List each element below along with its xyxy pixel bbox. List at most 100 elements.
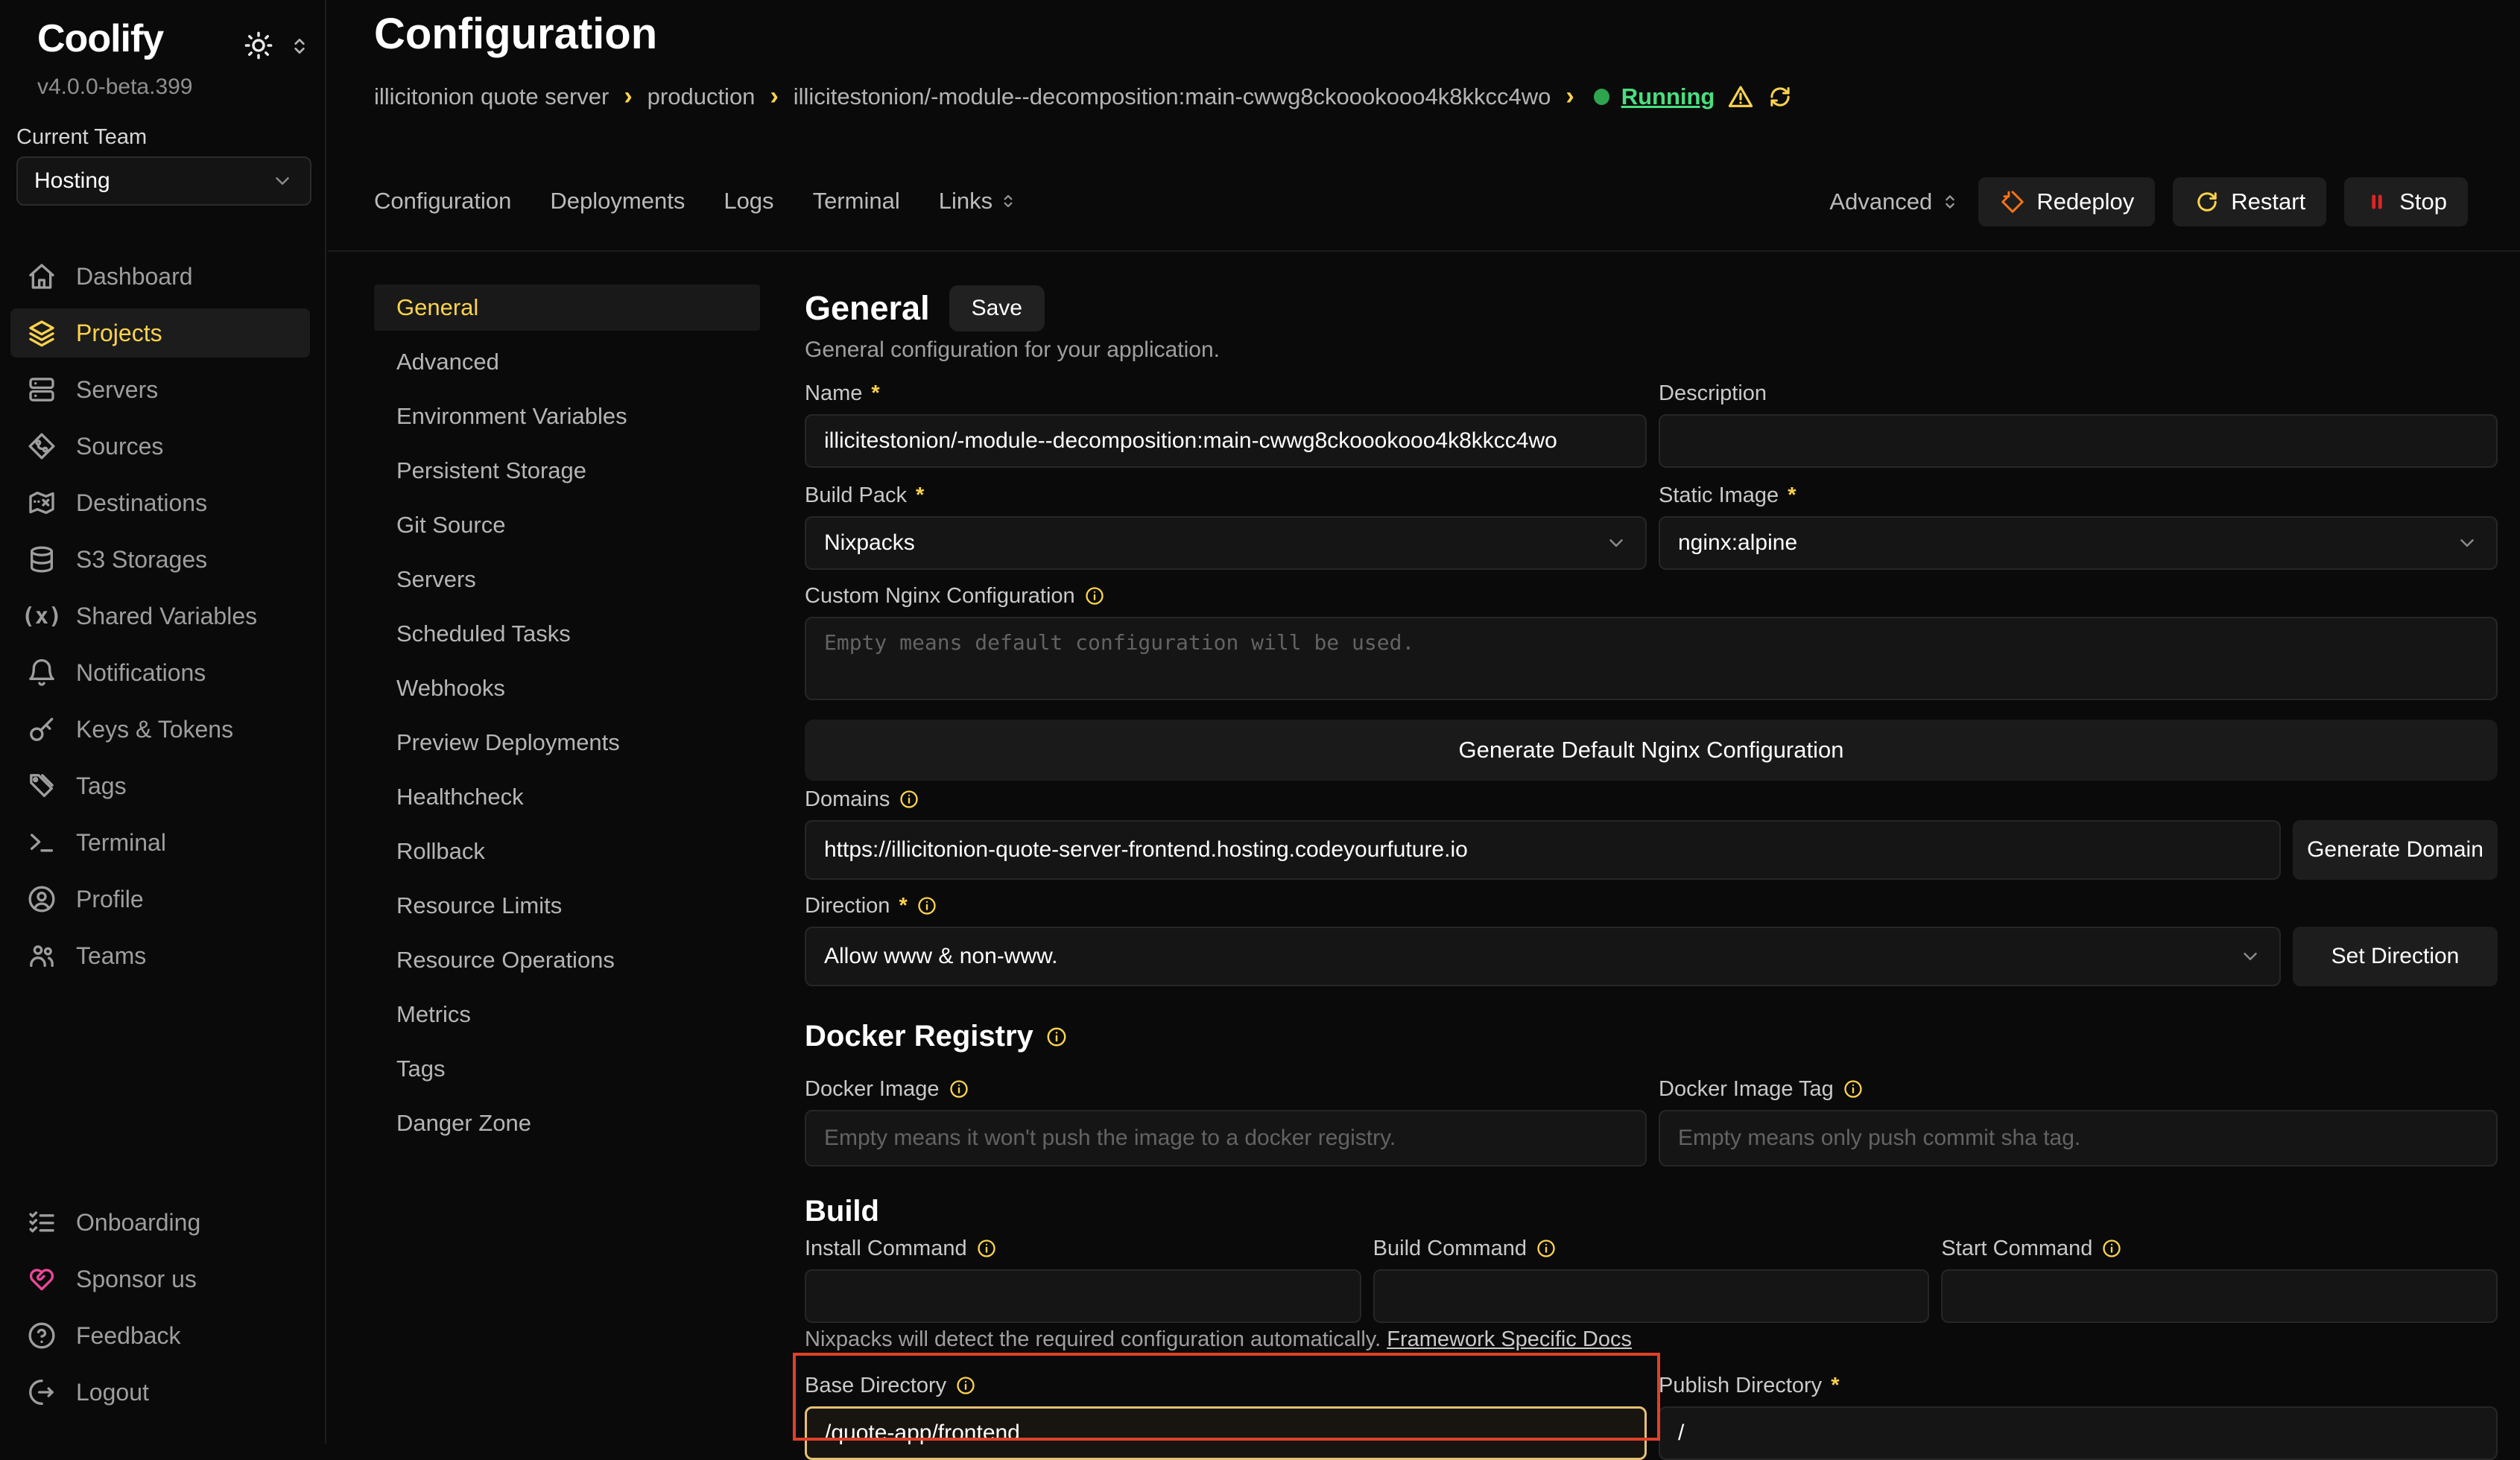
refresh-icon[interactable] — [1767, 83, 1794, 110]
sidebar-item-label: Sponsor us — [76, 1266, 197, 1293]
sidebar-item-sponsor-us[interactable]: Sponsor us — [10, 1254, 310, 1304]
required-asterisk: * — [899, 894, 907, 918]
start-command-input[interactable] — [1941, 1269, 2498, 1323]
sidebar-item-dashboard[interactable]: Dashboard — [10, 252, 310, 301]
sidebar-item-terminal[interactable]: Terminal — [10, 818, 310, 867]
tab-label: Terminal — [813, 188, 900, 215]
redeploy-button[interactable]: Redeploy — [1978, 177, 2155, 226]
subnav-item-rollback[interactable]: Rollback — [374, 828, 760, 875]
sidebar-item-label: Profile — [76, 886, 144, 913]
sidebar-item-notifications[interactable]: Notifications — [10, 648, 310, 697]
build-command-input[interactable] — [1373, 1269, 1930, 1323]
install-command-input[interactable] — [805, 1269, 1361, 1323]
status-running-link[interactable]: Running — [1621, 83, 1715, 110]
subnav-item-persistent-storage[interactable]: Persistent Storage — [374, 448, 760, 494]
header-actions: Advanced Redeploy Restart Stop — [1829, 177, 2468, 226]
subnav-item-resource-limits[interactable]: Resource Limits — [374, 883, 760, 929]
users-icon — [27, 941, 57, 971]
sidebar-item-keys-tokens[interactable]: Keys & Tokens — [10, 705, 310, 754]
breadcrumb-item[interactable]: production — [648, 83, 756, 110]
save-button[interactable]: Save — [949, 285, 1045, 331]
warning-icon[interactable] — [1726, 83, 1755, 111]
sidebar-item-tags[interactable]: Tags — [10, 761, 310, 810]
subnav-item-resource-operations[interactable]: Resource Operations — [374, 937, 760, 983]
base-directory-label: Base Directory — [805, 1371, 1647, 1400]
subnav-item-general[interactable]: General — [374, 285, 760, 331]
breadcrumb-separator: › — [1565, 82, 1574, 111]
generate-nginx-button[interactable]: Generate Default Nginx Configuration — [805, 720, 2498, 781]
generate-domain-button[interactable]: Generate Domain — [2293, 820, 2498, 880]
info-icon — [976, 1238, 997, 1259]
subnav-item-servers[interactable]: Servers — [374, 556, 760, 603]
theme-sun-icon[interactable] — [243, 30, 274, 61]
docker-image-input[interactable] — [805, 1110, 1647, 1167]
docker-image-tag-input[interactable] — [1659, 1110, 2498, 1167]
build-pack-select[interactable]: Nixpacks — [805, 516, 1647, 570]
breadcrumb-item[interactable]: illicitestonion/-module--decomposition:m… — [794, 83, 1551, 110]
subnav-item-environment-variables[interactable]: Environment Variables — [374, 393, 760, 439]
subnav-item-scheduled-tasks[interactable]: Scheduled Tasks — [374, 611, 760, 657]
build-command-label: Build Command — [1373, 1234, 1930, 1263]
stop-button[interactable]: Stop — [2344, 177, 2468, 226]
sidebar-item-destinations[interactable]: Destinations — [10, 478, 310, 527]
breadcrumb-item[interactable]: illicitonion quote server — [374, 83, 609, 110]
chevron-down-icon — [271, 170, 294, 192]
sidebar-item-logout[interactable]: Logout — [10, 1368, 310, 1417]
sidebar-item-servers[interactable]: Servers — [10, 365, 310, 414]
chevron-down-icon — [2456, 532, 2478, 554]
sidebar-item-label: Dashboard — [76, 263, 193, 291]
static-image-label: Static Image* — [1659, 480, 2498, 510]
subnav-item-tags[interactable]: Tags — [374, 1046, 760, 1092]
tab-terminal[interactable]: Terminal — [813, 188, 900, 215]
sidebar-item-profile[interactable]: Profile — [10, 875, 310, 924]
info-icon — [1843, 1079, 1864, 1099]
sidebar-item-sources[interactable]: Sources — [10, 422, 310, 471]
sidebar-item-label: Destinations — [76, 489, 207, 517]
subnav-item-preview-deployments[interactable]: Preview Deployments — [374, 720, 760, 766]
framework-docs-link[interactable]: Framework Specific Docs — [1387, 1327, 1632, 1351]
docker-image-tag-label: Docker Image Tag — [1659, 1074, 2498, 1104]
nginx-config-textarea[interactable] — [805, 617, 2498, 700]
docker-registry-title: Docker Registry — [805, 1020, 1033, 1053]
tab-logs[interactable]: Logs — [724, 188, 773, 215]
domains-input[interactable] — [805, 820, 2281, 880]
sidebar-item-feedback[interactable]: Feedback — [10, 1311, 310, 1360]
settings-content: General Save General configuration for y… — [805, 252, 2498, 1460]
name-input[interactable] — [805, 414, 1647, 468]
subnav-item-webhooks[interactable]: Webhooks — [374, 665, 760, 711]
tab-links[interactable]: Links — [939, 188, 1018, 215]
tab-configuration[interactable]: Configuration — [374, 188, 511, 215]
sidebar-item-label: Notifications — [76, 659, 206, 687]
subnav-item-advanced[interactable]: Advanced — [374, 339, 760, 385]
restart-button[interactable]: Restart — [2173, 177, 2326, 226]
info-icon — [916, 895, 937, 916]
subnav-item-git-source[interactable]: Git Source — [374, 502, 760, 548]
sidebar-item-onboarding[interactable]: Onboarding — [10, 1198, 310, 1247]
subnav-item-danger-zone[interactable]: Danger Zone — [374, 1100, 760, 1146]
app-version: v4.0.0-beta.399 — [37, 74, 193, 100]
team-select[interactable]: Hosting — [16, 156, 311, 206]
sidebar-item-projects[interactable]: Projects — [10, 308, 310, 358]
description-input[interactable] — [1659, 414, 2498, 468]
name-label: Name* — [805, 378, 1647, 408]
direction-select[interactable]: Allow www & non-www. — [805, 927, 2281, 986]
base-directory-input[interactable] — [805, 1406, 1647, 1460]
stop-label: Stop — [2399, 188, 2447, 215]
tab-deployments[interactable]: Deployments — [550, 188, 685, 215]
tags-icon — [27, 771, 57, 801]
restart-label: Restart — [2231, 188, 2305, 215]
publish-directory-input[interactable] — [1659, 1406, 2498, 1460]
subnav-item-healthcheck[interactable]: Healthcheck — [374, 774, 760, 820]
sidebar-item-s3-storages[interactable]: S3 Storages — [10, 535, 310, 584]
app-logo[interactable]: Coolify — [37, 16, 163, 61]
logout-icon — [27, 1377, 57, 1407]
theme-chevrons-icon[interactable] — [288, 34, 311, 58]
required-asterisk: * — [871, 381, 879, 406]
sidebar-item-teams[interactable]: Teams — [10, 931, 310, 980]
static-image-select[interactable]: nginx:alpine — [1659, 516, 2498, 570]
domains-label: Domains — [805, 784, 2498, 814]
sidebar-item-shared-variables[interactable]: (x)Shared Variables — [10, 591, 310, 641]
advanced-dropdown[interactable]: Advanced — [1829, 188, 1960, 215]
set-direction-button[interactable]: Set Direction — [2293, 927, 2498, 986]
subnav-item-metrics[interactable]: Metrics — [374, 991, 760, 1038]
